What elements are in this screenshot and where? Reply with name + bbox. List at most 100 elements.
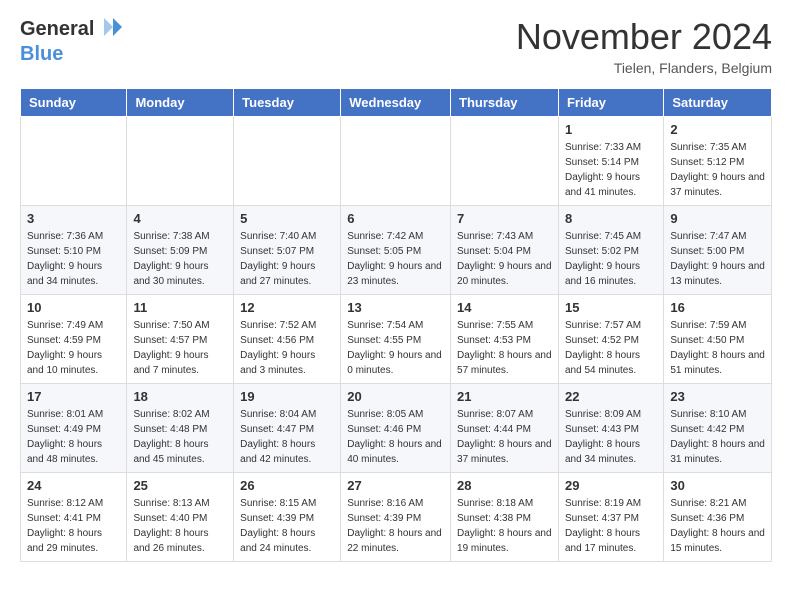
day-info: Sunrise: 7:40 AMSunset: 5:07 PMDaylight:… xyxy=(240,229,334,289)
day-info: Sunrise: 7:49 AMSunset: 4:59 PMDaylight:… xyxy=(27,318,120,378)
calendar-cell: 4Sunrise: 7:38 AMSunset: 5:09 PMDaylight… xyxy=(127,206,234,295)
day-number: 4 xyxy=(133,211,227,226)
day-info: Sunrise: 8:01 AMSunset: 4:49 PMDaylight:… xyxy=(27,407,120,467)
calendar-cell: 7 Sunrise: 7:43 AMSunset: 5:04 PMDaylight… xyxy=(451,206,559,295)
calendar-cell: 27Sunrise: 8:16 AMSunset: 4:39 PMDayligh… xyxy=(341,473,451,562)
calendar-week-3: 10Sunrise: 7:49 AMSunset: 4:59 PMDayligh… xyxy=(21,295,772,384)
day-number: 7 xyxy=(457,211,552,226)
day-info: Sunrise: 7:33 AMSunset: 5:14 PMDaylight:… xyxy=(565,140,657,200)
calendar-cell: 1 Sunrise: 7:33 AMSunset: 5:14 PMDaylight… xyxy=(558,117,663,206)
day-number: 18 xyxy=(133,389,227,404)
day-info: Sunrise: 7:35 AMSunset: 5:12 PMDaylight:… xyxy=(670,140,765,200)
day-info: Sunrise: 8:13 AMSunset: 4:40 PMDaylight:… xyxy=(133,496,227,556)
calendar-cell: 20Sunrise: 8:05 AMSunset: 4:46 PMDayligh… xyxy=(341,384,451,473)
calendar-cell: 24 Sunrise: 8:12 AMSunset: 4:41 PMDayligh… xyxy=(21,473,127,562)
day-info: Sunrise: 8:09 AMSunset: 4:43 PMDaylight:… xyxy=(565,407,657,467)
day-number: 24 xyxy=(27,478,120,493)
title-section: November 2024 Tielen, Flanders, Belgium xyxy=(516,16,772,76)
calendar-cell: 29 Sunrise: 8:19 AMSunset: 4:37 PMDayligh… xyxy=(558,473,663,562)
day-number: 1 xyxy=(565,122,657,137)
day-number: 2 xyxy=(670,122,765,137)
calendar-cell: 22Sunrise: 8:09 AMSunset: 4:43 PMDayligh… xyxy=(558,384,663,473)
calendar-cell: 14Sunrise: 7:55 AMSunset: 4:53 PMDayligh… xyxy=(451,295,559,384)
calendar-cell xyxy=(234,117,341,206)
calendar-cell: 18 Sunrise: 8:02 AMSunset: 4:48 PMDayligh… xyxy=(127,384,234,473)
calendar-cell: 2 Sunrise: 7:35 AMSunset: 5:12 PMDaylight… xyxy=(664,117,772,206)
calendar-cell: 26Sunrise: 8:15 AMSunset: 4:39 PMDayligh… xyxy=(234,473,341,562)
calendar-cell: 17Sunrise: 8:01 AMSunset: 4:49 PMDayligh… xyxy=(21,384,127,473)
calendar-cell: 12 Sunrise: 7:52 AMSunset: 4:56 PMDayligh… xyxy=(234,295,341,384)
calendar-cell xyxy=(341,117,451,206)
calendar-week-4: 17Sunrise: 8:01 AMSunset: 4:49 PMDayligh… xyxy=(21,384,772,473)
day-info: Sunrise: 7:42 AMSunset: 5:05 PMDaylight:… xyxy=(347,229,444,289)
day-info: Sunrise: 7:43 AMSunset: 5:04 PMDaylight:… xyxy=(457,229,552,289)
calendar-table: Sunday Monday Tuesday Wednesday Thursday… xyxy=(20,88,772,562)
day-info: Sunrise: 7:36 AMSunset: 5:10 PMDaylight:… xyxy=(27,229,120,289)
calendar-cell: 10Sunrise: 7:49 AMSunset: 4:59 PMDayligh… xyxy=(21,295,127,384)
day-number: 29 xyxy=(565,478,657,493)
day-info: Sunrise: 7:54 AMSunset: 4:55 PMDaylight:… xyxy=(347,318,444,378)
day-number: 8 xyxy=(565,211,657,226)
day-number: 9 xyxy=(670,211,765,226)
day-info: Sunrise: 8:12 AMSunset: 4:41 PMDaylight:… xyxy=(27,496,120,556)
logo-general: General xyxy=(20,18,94,40)
calendar-week-1: 1 Sunrise: 7:33 AMSunset: 5:14 PMDaylight… xyxy=(21,117,772,206)
day-number: 19 xyxy=(240,389,334,404)
day-info: Sunrise: 8:19 AMSunset: 4:37 PMDaylight:… xyxy=(565,496,657,556)
day-info: Sunrise: 8:04 AMSunset: 4:47 PMDaylight:… xyxy=(240,407,334,467)
day-info: Sunrise: 8:18 AMSunset: 4:38 PMDaylight:… xyxy=(457,496,552,556)
day-info: Sunrise: 7:52 AMSunset: 4:56 PMDaylight:… xyxy=(240,318,334,378)
day-number: 13 xyxy=(347,300,444,315)
calendar-cell: 25 Sunrise: 8:13 AMSunset: 4:40 PMDayligh… xyxy=(127,473,234,562)
day-number: 26 xyxy=(240,478,334,493)
calendar-cell: 3 Sunrise: 7:36 AMSunset: 5:10 PMDaylight… xyxy=(21,206,127,295)
calendar-cell: 16 Sunrise: 7:59 AMSunset: 4:50 PMDayligh… xyxy=(664,295,772,384)
day-number: 25 xyxy=(133,478,227,493)
month-title: November 2024 xyxy=(516,16,772,58)
calendar-cell: 30 Sunrise: 8:21 AMSunset: 4:36 PMDayligh… xyxy=(664,473,772,562)
header-tuesday: Tuesday xyxy=(234,89,341,117)
logo-text: General Blue xyxy=(20,16,124,65)
day-number: 16 xyxy=(670,300,765,315)
day-number: 27 xyxy=(347,478,444,493)
day-info: Sunrise: 8:10 AMSunset: 4:42 PMDaylight:… xyxy=(670,407,765,467)
calendar-cell: 11Sunrise: 7:50 AMSunset: 4:57 PMDayligh… xyxy=(127,295,234,384)
calendar-cell: 6 Sunrise: 7:42 AMSunset: 5:05 PMDaylight… xyxy=(341,206,451,295)
day-number: 12 xyxy=(240,300,334,315)
calendar-cell: 23Sunrise: 8:10 AMSunset: 4:42 PMDayligh… xyxy=(664,384,772,473)
calendar-cell: 9Sunrise: 7:47 AMSunset: 5:00 PMDaylight… xyxy=(664,206,772,295)
header-monday: Monday xyxy=(127,89,234,117)
header-saturday: Saturday xyxy=(664,89,772,117)
calendar-cell: 15Sunrise: 7:57 AMSunset: 4:52 PMDayligh… xyxy=(558,295,663,384)
page-container: General Blue November 2024 xyxy=(0,0,792,578)
calendar-cell: 28Sunrise: 8:18 AMSunset: 4:38 PMDayligh… xyxy=(451,473,559,562)
day-info: Sunrise: 8:21 AMSunset: 4:36 PMDaylight:… xyxy=(670,496,765,556)
header-friday: Friday xyxy=(558,89,663,117)
day-number: 5 xyxy=(240,211,334,226)
day-number: 30 xyxy=(670,478,765,493)
logo: General Blue xyxy=(20,16,124,65)
day-number: 11 xyxy=(133,300,227,315)
day-info: Sunrise: 7:59 AMSunset: 4:50 PMDaylight:… xyxy=(670,318,765,378)
day-number: 6 xyxy=(347,211,444,226)
header-thursday: Thursday xyxy=(451,89,559,117)
day-info: Sunrise: 7:55 AMSunset: 4:53 PMDaylight:… xyxy=(457,318,552,378)
day-info: Sunrise: 7:45 AMSunset: 5:02 PMDaylight:… xyxy=(565,229,657,289)
header-sunday: Sunday xyxy=(21,89,127,117)
calendar-week-5: 24 Sunrise: 8:12 AMSunset: 4:41 PMDayligh… xyxy=(21,473,772,562)
day-number: 21 xyxy=(457,389,552,404)
day-number: 20 xyxy=(347,389,444,404)
day-number: 3 xyxy=(27,211,120,226)
calendar-cell: 8 Sunrise: 7:45 AMSunset: 5:02 PMDaylight… xyxy=(558,206,663,295)
calendar-cell xyxy=(21,117,127,206)
calendar-cell: 13 Sunrise: 7:54 AMSunset: 4:55 PMDayligh… xyxy=(341,295,451,384)
day-info: Sunrise: 8:07 AMSunset: 4:44 PMDaylight:… xyxy=(457,407,552,467)
calendar-cell xyxy=(451,117,559,206)
day-info: Sunrise: 7:57 AMSunset: 4:52 PMDaylight:… xyxy=(565,318,657,378)
logo-flag-icon xyxy=(102,16,124,43)
logo-blue: Blue xyxy=(20,43,124,65)
header: General Blue November 2024 xyxy=(20,16,772,76)
calendar-header-row: Sunday Monday Tuesday Wednesday Thursday… xyxy=(21,89,772,117)
calendar-cell: 5 Sunrise: 7:40 AMSunset: 5:07 PMDaylight… xyxy=(234,206,341,295)
day-info: Sunrise: 8:02 AMSunset: 4:48 PMDaylight:… xyxy=(133,407,227,467)
